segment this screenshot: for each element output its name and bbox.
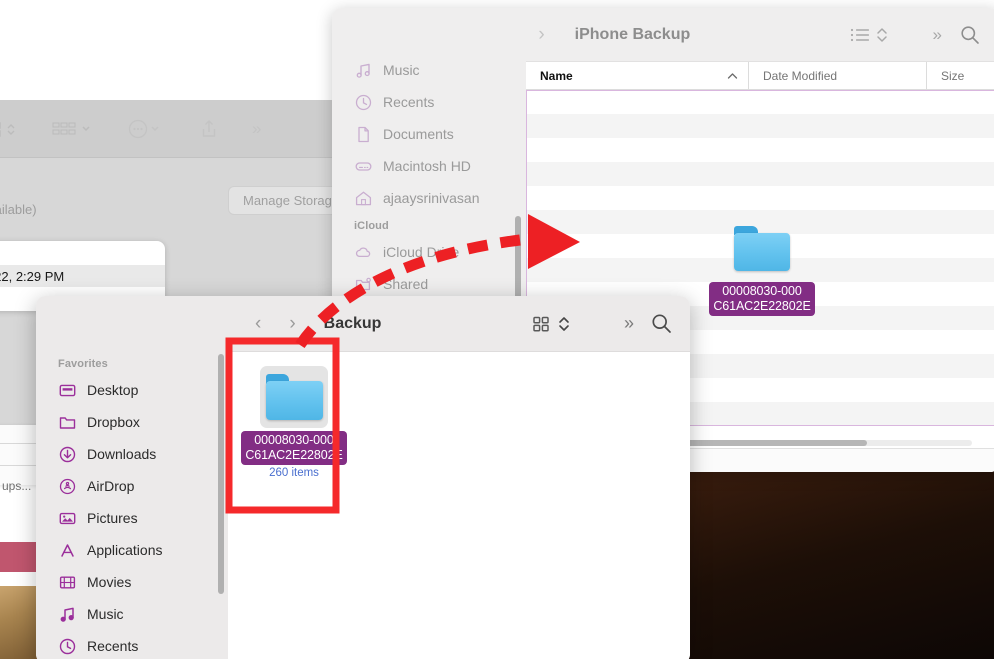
- desktop-wallpaper: [0, 586, 40, 659]
- sidebar-item-recents[interactable]: Recents: [36, 630, 228, 659]
- sidebar-item-music[interactable]: Music: [36, 598, 228, 630]
- clock-icon: [58, 637, 76, 655]
- window-title: Backup: [323, 314, 382, 332]
- sidebar-label: Recents: [383, 94, 435, 110]
- folder-thumbnail[interactable]: [728, 217, 796, 279]
- toolbar-overflow-button[interactable]: »: [933, 25, 942, 45]
- sidebar-label: Desktop: [87, 382, 139, 398]
- sidebar-item-downloads[interactable]: Downloads: [36, 438, 228, 470]
- sidebar-item-icloud-drive[interactable]: iCloud Drive: [332, 236, 526, 268]
- desktop-background-bottom: [688, 470, 994, 659]
- folder-item-backup[interactable]: 00008030-000 C61AC2E22802E 260 items: [241, 366, 347, 479]
- table-row[interactable]: [526, 162, 994, 186]
- finder-window-backup[interactable]: ‹ › Backup » Favorites Desktop Dropbox D…: [36, 296, 690, 659]
- share-icon[interactable]: [200, 119, 218, 139]
- folder-icon: [58, 413, 76, 431]
- download-icon: [58, 445, 76, 463]
- device-toolbar: »: [0, 100, 380, 158]
- back-button[interactable]: ‹: [255, 314, 261, 333]
- sidebar-item-airdrop[interactable]: AirDrop: [36, 470, 228, 502]
- sidebar-item-home[interactable]: ajaaysrinivasan: [332, 182, 526, 214]
- toolbar-overflow-button[interactable]: »: [624, 313, 634, 334]
- icon-view-icon[interactable]: [0, 120, 18, 138]
- folder-icon: [734, 225, 790, 271]
- sidebar-label: Music: [383, 62, 420, 78]
- search-icon[interactable]: [960, 25, 980, 45]
- list-view-icon[interactable]: [850, 27, 870, 43]
- sidebar-item-applications[interactable]: Applications: [36, 534, 228, 566]
- view-options-chevron-icon[interactable]: [558, 315, 570, 333]
- table-row[interactable]: [526, 186, 994, 210]
- sidebar-label: Shared: [383, 276, 429, 292]
- cloud-icon: [354, 243, 372, 261]
- sidebar-label: ajaaysrinivasan: [383, 190, 480, 206]
- sidebar-item-recents[interactable]: Recents: [332, 86, 526, 118]
- home-icon: [354, 189, 372, 207]
- shared-folder-icon: [354, 275, 372, 293]
- table-row[interactable]: [526, 90, 994, 114]
- sidebar-item-pictures[interactable]: Pictures: [36, 502, 228, 534]
- sidebar-item-macintosh-hd[interactable]: Macintosh HD: [332, 150, 526, 182]
- view-options-chevron-icon[interactable]: [876, 26, 888, 44]
- sidebar-section-icloud: iCloud: [354, 220, 389, 232]
- sidebar-label: Movies: [87, 574, 132, 590]
- search-icon[interactable]: [651, 313, 672, 334]
- column-header-size[interactable]: Size: [926, 62, 994, 89]
- sidebar-label: Music: [87, 606, 124, 622]
- table-row[interactable]: [526, 138, 994, 162]
- icon-view-icon[interactable]: [532, 315, 550, 333]
- column-header-date-modified[interactable]: Date Modified: [748, 62, 926, 89]
- column-header-name[interactable]: Name: [526, 62, 748, 89]
- group-by-icon[interactable]: [52, 120, 94, 138]
- sidebar-label: Applications: [87, 542, 163, 558]
- sidebar-label: Pictures: [87, 510, 138, 526]
- more-actions-icon[interactable]: [128, 119, 166, 139]
- document-icon: [354, 125, 372, 143]
- storage-available-label: GB Available): [0, 202, 37, 217]
- applications-icon: [58, 541, 76, 559]
- folder-thumbnail[interactable]: [260, 366, 328, 428]
- harddisk-icon: [354, 157, 372, 175]
- column-headers[interactable]: Name Date Modified Size: [526, 62, 994, 90]
- sidebar-section-favorites: Favorites: [58, 358, 108, 370]
- finder-front-content[interactable]: 00008030-000 C61AC2E22802E 260 items: [228, 352, 690, 659]
- music-note-icon: [354, 61, 372, 79]
- toolbar-overflow-icon[interactable]: »: [252, 119, 261, 139]
- airdrop-icon: [58, 477, 76, 495]
- sidebar-item-movies[interactable]: Movies: [36, 566, 228, 598]
- desktop-icon: [58, 381, 76, 399]
- sidebar-label: Documents: [383, 126, 454, 142]
- sort-ascending-icon: [727, 72, 738, 80]
- forward-button[interactable]: ›: [289, 314, 295, 333]
- sidebar-label: Downloads: [87, 446, 157, 462]
- sidebar-item-dropbox[interactable]: Dropbox: [36, 406, 228, 438]
- sidebar-item-documents[interactable]: Documents: [332, 118, 526, 150]
- sidebar-label: iCloud Drive: [383, 244, 460, 260]
- sidebar-label: AirDrop: [87, 478, 135, 494]
- sidebar-label: Recents: [87, 638, 139, 654]
- backups-label: ups...: [2, 479, 32, 493]
- finder-front-sidebar[interactable]: Favorites Desktop Dropbox Downloads AirD…: [36, 296, 228, 659]
- sidebar-scrollbar[interactable]: [218, 354, 224, 594]
- sidebar-item-music[interactable]: Music: [332, 54, 526, 86]
- music-note-icon: [58, 605, 76, 623]
- clock-icon: [354, 93, 372, 111]
- folder-icon: [265, 374, 323, 420]
- forward-button[interactable]: ›: [538, 25, 544, 44]
- folder-item-count: 260 items: [269, 467, 319, 479]
- window-title: iPhone Backup: [574, 25, 691, 43]
- film-icon: [58, 573, 76, 591]
- date-modified-value: 06/06/22, 2:29 PM: [0, 268, 65, 284]
- picture-icon: [58, 509, 76, 527]
- sidebar-label: Dropbox: [87, 414, 140, 430]
- table-row[interactable]: [526, 114, 994, 138]
- folder-name-badge: 00008030-000 C61AC2E22802E: [241, 431, 347, 465]
- screen: » GB Available) Manage Storage oks Books…: [0, 0, 994, 659]
- sidebar-label: Macintosh HD: [383, 158, 471, 174]
- folder-name-badge: 00008030-000 C61AC2E22802E: [709, 282, 815, 316]
- sidebar-item-desktop[interactable]: Desktop: [36, 374, 228, 406]
- dragged-folder-item[interactable]: 00008030-000 C61AC2E22802E: [709, 217, 815, 316]
- date-popup-row[interactable]: 06/06/22, 2:29 PM: [0, 265, 165, 287]
